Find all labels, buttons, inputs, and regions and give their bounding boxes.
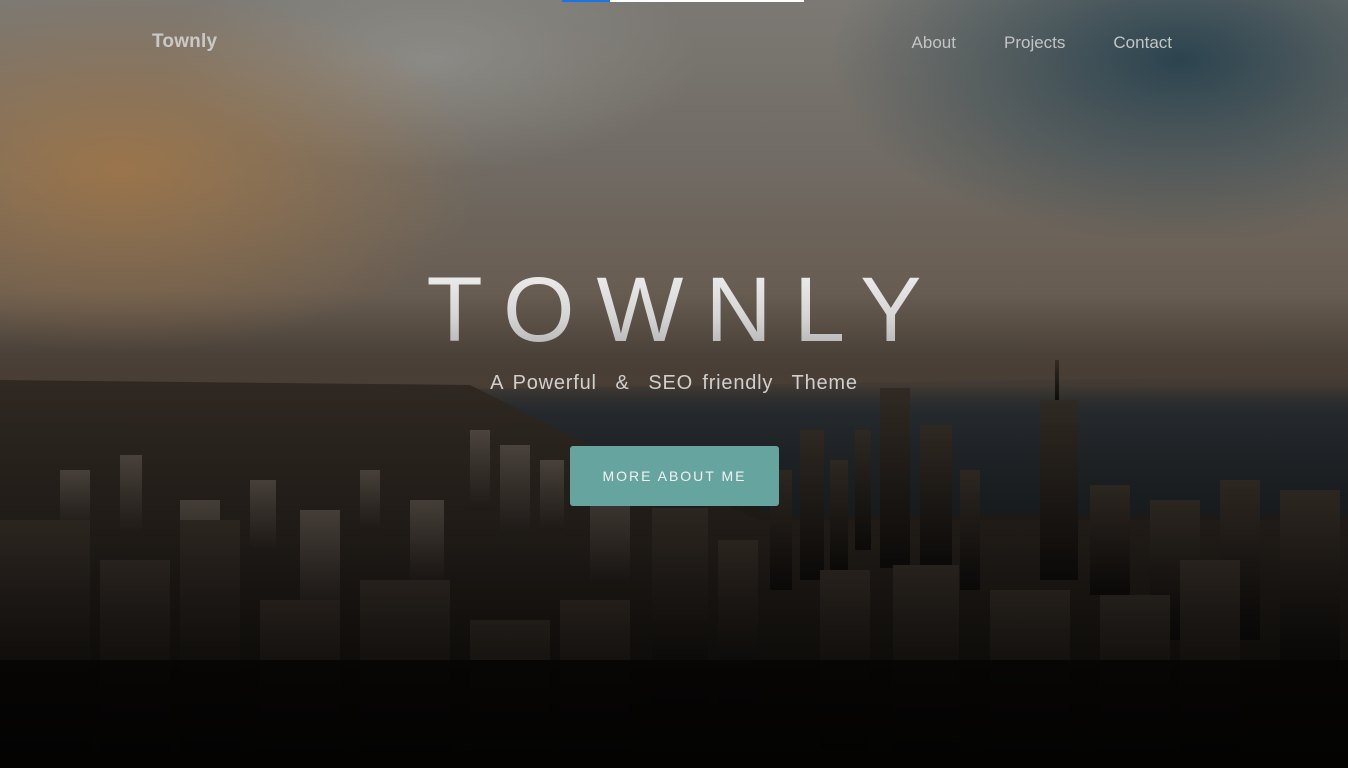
nav-link-contact[interactable]: Contact [1113, 33, 1172, 53]
more-about-me-button[interactable]: MORE ABOUT ME [570, 446, 779, 506]
nav-link-projects[interactable]: Projects [1004, 33, 1065, 53]
main-nav: About Projects Contact [912, 33, 1172, 53]
brand-logo-link[interactable]: Townly [152, 31, 217, 53]
page-progress-fill [562, 0, 611, 2]
page-progress-bar [562, 0, 804, 2]
hero-tagline: A Powerful & SEO friendly Theme [490, 372, 858, 394]
hero-title: TOWNLY [0, 258, 1348, 362]
nav-link-about[interactable]: About [912, 33, 956, 53]
